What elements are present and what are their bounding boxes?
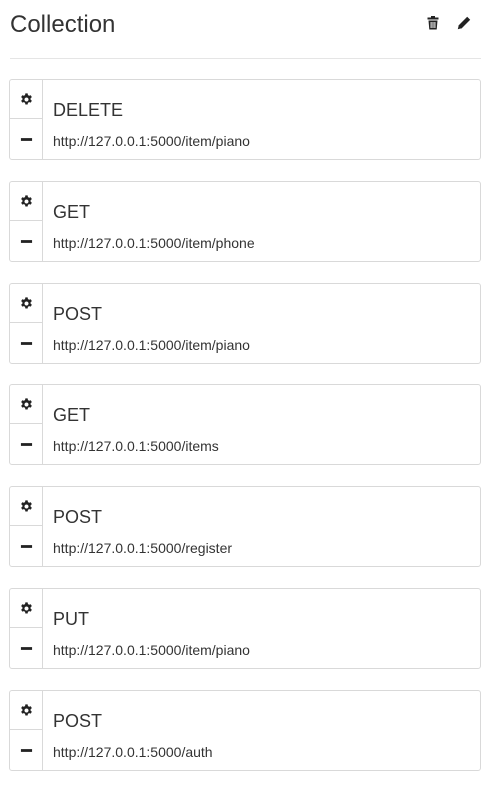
gear-icon	[20, 499, 32, 511]
request-actions	[10, 385, 43, 464]
minus-icon	[20, 748, 32, 752]
request-actions	[10, 487, 43, 566]
request-actions	[10, 182, 43, 261]
request-method[interactable]: GET	[53, 404, 90, 426]
remove-request-button[interactable]	[10, 730, 42, 770]
remove-request-button[interactable]	[10, 221, 42, 261]
page-title: Collection	[10, 11, 116, 38]
request-method[interactable]: POST	[53, 303, 102, 325]
request-actions	[10, 589, 43, 668]
gear-icon	[20, 601, 32, 613]
request-item[interactable]: GET http://127.0.0.1:5000/item/phone	[9, 181, 481, 262]
gear-icon	[20, 92, 32, 104]
request-item[interactable]: POST http://127.0.0.1:5000/item/piano	[9, 283, 481, 364]
delete-collection-button[interactable]	[424, 14, 442, 32]
request-url[interactable]: http://127.0.0.1:5000/auth	[53, 743, 213, 761]
remove-request-button[interactable]	[10, 628, 42, 668]
request-url[interactable]: http://127.0.0.1:5000/item/piano	[53, 641, 250, 659]
pencil-icon	[457, 16, 471, 30]
request-method[interactable]: DELETE	[53, 99, 123, 121]
remove-request-button[interactable]	[10, 119, 42, 159]
trash-icon	[427, 16, 439, 30]
request-settings-button[interactable]	[10, 487, 42, 526]
request-url[interactable]: http://127.0.0.1:5000/register	[53, 539, 232, 557]
minus-icon	[20, 442, 32, 446]
minus-icon	[20, 239, 32, 243]
request-settings-button[interactable]	[10, 589, 42, 628]
minus-icon	[20, 544, 32, 548]
request-method[interactable]: POST	[53, 710, 102, 732]
request-settings-button[interactable]	[10, 691, 42, 730]
gear-icon	[20, 703, 32, 715]
request-url[interactable]: http://127.0.0.1:5000/item/piano	[53, 336, 250, 354]
request-url[interactable]: http://127.0.0.1:5000/items	[53, 437, 219, 455]
request-url[interactable]: http://127.0.0.1:5000/item/piano	[53, 132, 250, 150]
request-settings-button[interactable]	[10, 284, 42, 323]
collection-header: Collection	[10, 0, 481, 59]
request-settings-button[interactable]	[10, 182, 42, 221]
remove-request-button[interactable]	[10, 424, 42, 464]
request-method[interactable]: GET	[53, 201, 90, 223]
request-settings-button[interactable]	[10, 80, 42, 119]
request-item[interactable]: POST http://127.0.0.1:5000/auth	[9, 690, 481, 771]
remove-request-button[interactable]	[10, 323, 42, 363]
request-item[interactable]: DELETE http://127.0.0.1:5000/item/piano	[9, 79, 481, 160]
gear-icon	[20, 397, 32, 409]
request-actions	[10, 691, 43, 770]
request-item[interactable]: GET http://127.0.0.1:5000/items	[9, 384, 481, 465]
minus-icon	[20, 137, 32, 141]
minus-icon	[20, 646, 32, 650]
request-actions	[10, 284, 43, 363]
minus-icon	[20, 341, 32, 345]
request-method[interactable]: POST	[53, 506, 102, 528]
gear-icon	[20, 296, 32, 308]
request-item[interactable]: PUT http://127.0.0.1:5000/item/piano	[9, 588, 481, 669]
edit-collection-button[interactable]	[455, 14, 473, 32]
gear-icon	[20, 194, 32, 206]
remove-request-button[interactable]	[10, 526, 42, 566]
request-actions	[10, 80, 43, 159]
request-settings-button[interactable]	[10, 385, 42, 424]
request-url[interactable]: http://127.0.0.1:5000/item/phone	[53, 234, 255, 252]
request-item[interactable]: POST http://127.0.0.1:5000/register	[9, 486, 481, 567]
request-method[interactable]: PUT	[53, 608, 89, 630]
